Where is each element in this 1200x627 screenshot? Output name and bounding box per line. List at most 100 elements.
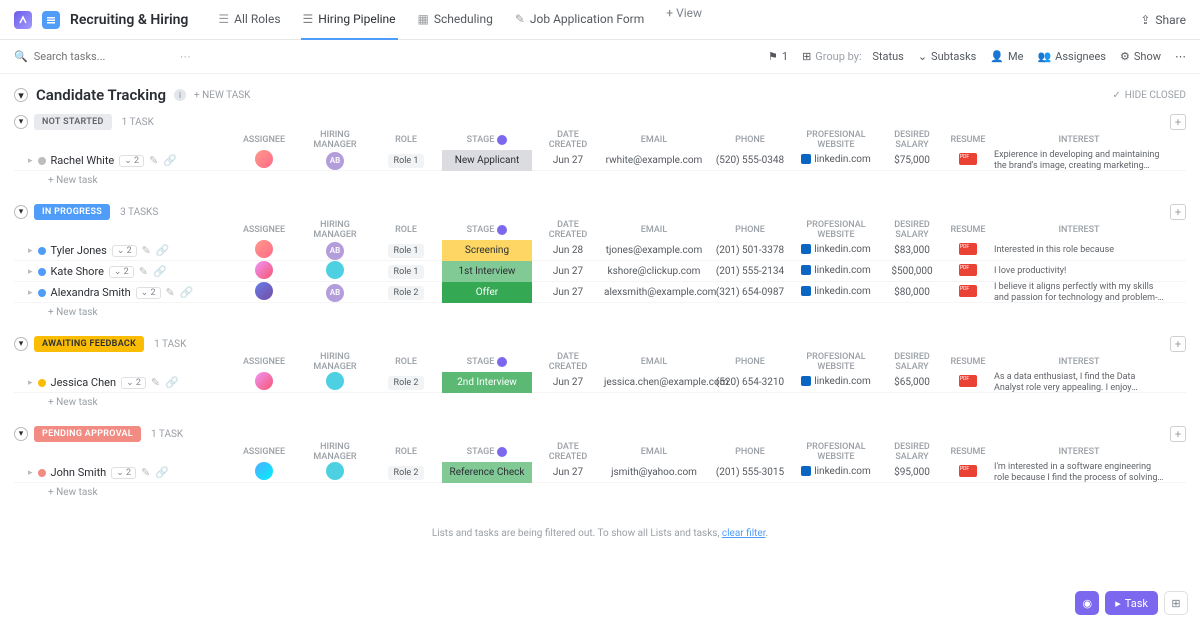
website-link[interactable]: linkedin.com [801, 265, 871, 276]
new-task-button[interactable]: + NEW TASK [194, 90, 250, 101]
phone-value[interactable]: (321) 654-0987 [710, 287, 790, 298]
task-row[interactable]: ▸ Kate Shore ⌄ 2 ✎ 🔗 Role 1 1st Intervie… [14, 261, 1186, 282]
col-assignee[interactable]: ASSIGNEE [234, 357, 294, 367]
stage-value[interactable]: 1st Interview [442, 261, 532, 282]
salary-value[interactable]: $75,000 [882, 155, 942, 166]
collapse-group-button[interactable]: ▾ [14, 115, 28, 129]
tab-hiring-pipeline[interactable]: ☰Hiring Pipeline [301, 12, 398, 40]
col-date[interactable]: DATE CREATED [538, 352, 598, 372]
rename-icon[interactable]: ✎ [151, 376, 160, 389]
task-row[interactable]: ▸ Rachel White ⌄ 2 ✎ 🔗 AB Role 1 New App… [14, 150, 1186, 171]
expand-subtasks-button[interactable]: ▸ [28, 267, 33, 277]
subtask-count[interactable]: ⌄ 2 [111, 467, 136, 479]
status-dot[interactable] [38, 289, 46, 297]
email-value[interactable]: tjones@example.com [604, 245, 704, 256]
resume-pdf-icon[interactable] [959, 153, 977, 165]
role-value[interactable]: Role 2 [388, 376, 425, 390]
assignee-avatar[interactable] [255, 462, 273, 480]
salary-value[interactable]: $500,000 [882, 266, 942, 277]
stage-value[interactable]: Reference Check [442, 462, 532, 483]
resume-pdf-icon[interactable] [959, 243, 977, 255]
col-website[interactable]: PROFESIONAL WEBSITE [796, 442, 876, 462]
col-resume[interactable]: RESUME [948, 447, 988, 457]
new-task-row[interactable]: + New task [14, 393, 1186, 408]
hiring-manager-avatar[interactable]: AB [326, 152, 344, 170]
expand-subtasks-button[interactable]: ▸ [28, 378, 33, 388]
groupby-button[interactable]: ⊞Group by: Status [802, 50, 904, 63]
status-dot[interactable] [38, 157, 46, 165]
col-email[interactable]: EMAIL [604, 135, 704, 145]
phone-value[interactable]: (201) 501-3378 [710, 245, 790, 256]
task-row[interactable]: ▸ Jessica Chen ⌄ 2 ✎ 🔗 Role 2 2nd Interv… [14, 372, 1186, 393]
rename-icon[interactable]: ✎ [142, 244, 151, 257]
interest-value[interactable]: I believe it aligns perfectly with my sk… [994, 282, 1164, 304]
interest-value[interactable]: I'm interested in a software engineering… [994, 462, 1164, 484]
subtask-count[interactable]: ⌄ 2 [112, 245, 137, 257]
assignees-button[interactable]: 👥Assignees [1037, 50, 1106, 63]
email-value[interactable]: kshore@clickup.com [604, 266, 704, 277]
add-column-button[interactable]: + [1170, 114, 1186, 130]
collapse-group-button[interactable]: ▾ [14, 205, 28, 219]
resume-pdf-icon[interactable] [959, 465, 977, 477]
phone-value[interactable]: (520) 654-3210 [710, 377, 790, 388]
col-salary[interactable]: DESIRED SALARY [882, 442, 942, 462]
resume-pdf-icon[interactable] [959, 264, 977, 276]
col-interest[interactable]: INTEREST [994, 135, 1164, 145]
interest-value[interactable]: Expierence in developing and maintaining… [994, 150, 1164, 172]
expand-subtasks-button[interactable]: ▸ [28, 468, 33, 478]
interest-value[interactable]: I love productivity! [994, 266, 1164, 277]
col-email[interactable]: EMAIL [604, 357, 704, 367]
col-interest[interactable]: INTEREST [994, 225, 1164, 235]
hiring-manager-avatar[interactable] [326, 372, 344, 390]
task-row[interactable]: ▸ Tyler Jones ⌄ 2 ✎ 🔗 AB Role 1 Screenin… [14, 240, 1186, 261]
expand-subtasks-button[interactable]: ▸ [28, 156, 33, 166]
col-resume[interactable]: RESUME [948, 135, 988, 145]
subtask-count[interactable]: ⌄ 2 [119, 155, 144, 167]
stage-value[interactable]: New Applicant [442, 150, 532, 171]
col-website[interactable]: PROFESIONAL WEBSITE [796, 220, 876, 240]
task-row[interactable]: ▸ Alexandra Smith ⌄ 2 ✎ 🔗 AB Role 2 Offe… [14, 282, 1186, 303]
expand-subtasks-button[interactable]: ▸ [28, 288, 33, 298]
email-value[interactable]: alexsmith@example.com [604, 287, 704, 298]
tab-job-application-form[interactable]: ✎Job Application Form [513, 12, 646, 40]
col-phone[interactable]: PHONE [710, 447, 790, 457]
website-link[interactable]: linkedin.com [801, 286, 871, 297]
record-button[interactable]: ◉ [1075, 591, 1099, 615]
attach-icon[interactable]: 🔗 [153, 265, 167, 278]
col-website[interactable]: PROFESIONAL WEBSITE [796, 130, 876, 150]
hide-closed-button[interactable]: ✓HIDE CLOSED [1112, 90, 1186, 101]
subtask-count[interactable]: ⌄ 2 [121, 377, 146, 389]
col-role[interactable]: ROLE [376, 225, 436, 235]
stage-value[interactable]: Offer [442, 282, 532, 303]
collapse-group-button[interactable]: ▾ [14, 427, 28, 441]
more-button[interactable]: ⋯ [1175, 50, 1186, 63]
hiring-manager-avatar[interactable] [326, 462, 344, 480]
rename-icon[interactable]: ✎ [141, 466, 150, 479]
task-name[interactable]: Jessica Chen [51, 376, 117, 389]
task-name[interactable]: Rachel White [51, 154, 115, 167]
collapse-list-button[interactable]: ▾ [14, 88, 28, 102]
col-stage[interactable]: STAGE [442, 357, 532, 367]
col-stage[interactable]: STAGE [442, 447, 532, 457]
subtask-count[interactable]: ⌄ 2 [136, 287, 161, 299]
website-link[interactable]: linkedin.com [801, 154, 871, 165]
rename-icon[interactable]: ✎ [149, 154, 158, 167]
assignee-avatar[interactable] [255, 240, 273, 258]
role-value[interactable]: Role 1 [388, 265, 425, 279]
me-button[interactable]: 👤Me [990, 50, 1023, 63]
collapse-group-button[interactable]: ▾ [14, 337, 28, 351]
add-column-button[interactable]: + [1170, 204, 1186, 220]
col-interest[interactable]: INTEREST [994, 447, 1164, 457]
assignee-avatar[interactable] [255, 282, 273, 300]
task-name[interactable]: Alexandra Smith [51, 286, 131, 299]
rename-icon[interactable]: ✎ [166, 286, 175, 299]
col-stage[interactable]: STAGE [442, 135, 532, 145]
col-date[interactable]: DATE CREATED [538, 220, 598, 240]
expand-subtasks-button[interactable]: ▸ [28, 246, 33, 256]
task-row[interactable]: ▸ John Smith ⌄ 2 ✎ 🔗 Role 2 Reference Ch… [14, 462, 1186, 483]
role-value[interactable]: Role 1 [388, 244, 425, 258]
create-task-button[interactable]: ▸ Task [1105, 591, 1158, 615]
col-assignee[interactable]: ASSIGNEE [234, 447, 294, 457]
phone-value[interactable]: (520) 555-0348 [710, 155, 790, 166]
resume-pdf-icon[interactable] [959, 375, 977, 387]
